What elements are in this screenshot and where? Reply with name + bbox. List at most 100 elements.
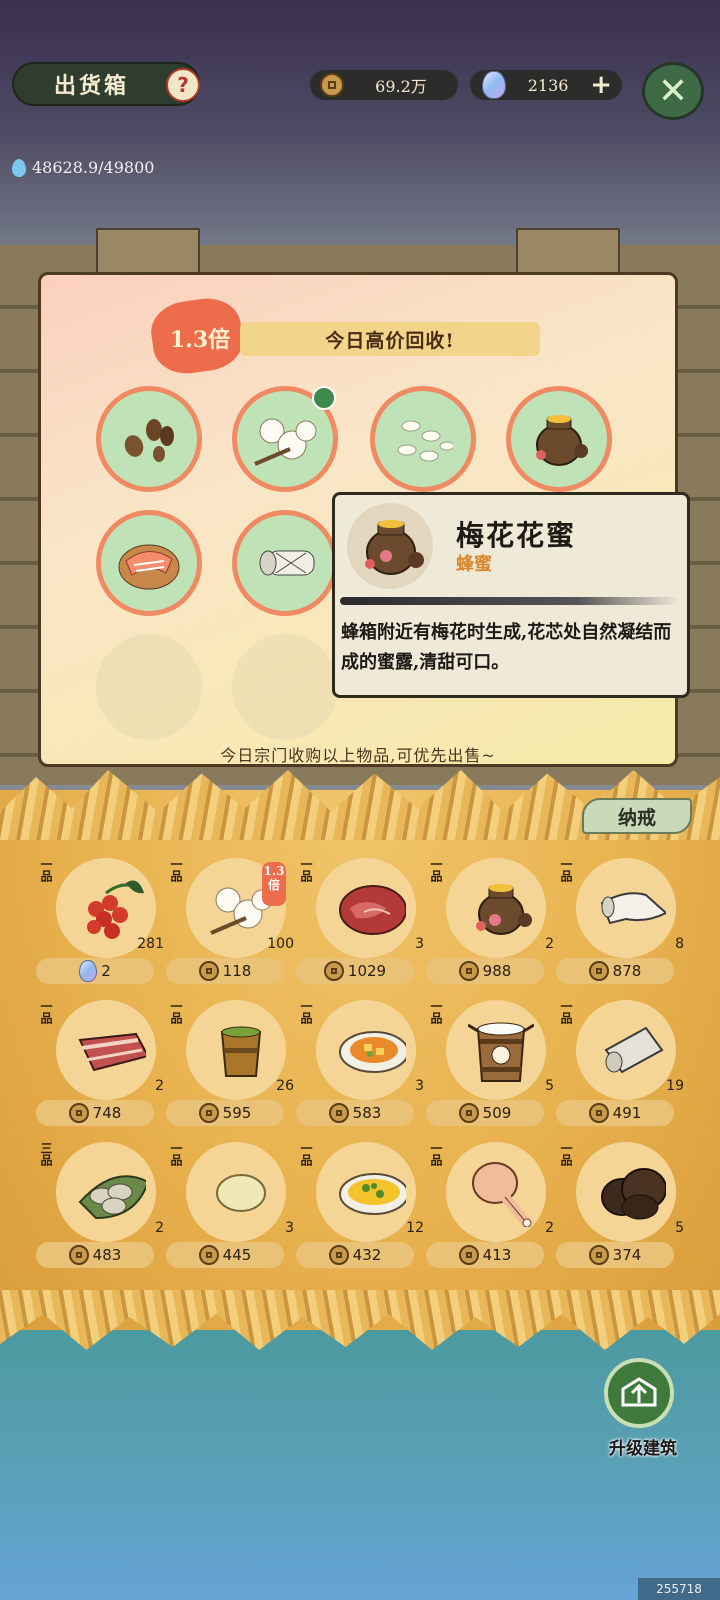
item-grade: 一品 — [299, 1142, 313, 1166]
price-value: 445 — [222, 1246, 252, 1264]
meat-icon — [336, 873, 406, 943]
inventory-slot[interactable]: 三品 2 483 — [36, 1142, 164, 1278]
upgrade-building-button[interactable] — [604, 1358, 674, 1428]
inventory-slot[interactable]: 一品 281 2 — [36, 858, 164, 994]
coin-icon — [588, 1245, 609, 1265]
price-value: 491 — [612, 1104, 642, 1122]
coin-icon — [588, 1103, 609, 1123]
item-price: 1029 — [296, 958, 414, 984]
price-value: 118 — [222, 962, 252, 980]
bacon-icon — [76, 1015, 146, 1085]
tab-najie[interactable]: 纳戒 — [582, 798, 692, 834]
upgrade-arrow-icon — [621, 1377, 657, 1407]
item-count: 5 — [545, 1078, 554, 1094]
tooltip-description: 蜂箱附近有梅花时生成,花芯处自然凝结而成的蜜露,清甜可口。 — [341, 622, 672, 673]
buyback-slot[interactable] — [96, 386, 202, 492]
item-count: 8 — [675, 936, 684, 952]
red-berries-icon — [76, 873, 146, 943]
chicken-leg-icon — [466, 1157, 536, 1227]
cotton-icon — [254, 418, 317, 466]
inventory-slot[interactable]: 一品 2 748 — [36, 1000, 164, 1136]
paper-roll-icon — [596, 1015, 666, 1085]
honey-jar-icon — [536, 415, 588, 466]
add-gems-button[interactable]: + — [590, 70, 612, 100]
item-price: 413 — [426, 1242, 544, 1268]
buyback-slot[interactable] — [506, 386, 612, 492]
item-price: 595 — [166, 1100, 284, 1126]
coin-icon — [198, 1103, 219, 1123]
item-count: 19 — [666, 1078, 684, 1094]
item-price: 583 — [296, 1100, 414, 1126]
coin-icon — [328, 1103, 349, 1123]
inventory-slot[interactable]: 一品 2 413 — [426, 1142, 554, 1278]
close-icon: ✕ — [657, 70, 689, 112]
buyback-slot[interactable] — [232, 510, 338, 616]
help-button[interactable]: ? — [166, 68, 200, 102]
item-count: 12 — [406, 1220, 424, 1236]
item-grade: 一品 — [559, 1000, 573, 1024]
price-value: 483 — [92, 1246, 122, 1264]
item-grade: 一品 — [559, 858, 573, 882]
tooltip-divider — [340, 597, 680, 605]
item-price: 878 — [556, 958, 674, 984]
tooltip-item-name: 梅花花蜜 — [456, 519, 577, 552]
inventory-slot[interactable]: 一品 12 432 — [296, 1142, 424, 1278]
honey-jar-icon — [466, 873, 536, 943]
inventory-slot[interactable]: 一品 26 595 — [166, 1000, 294, 1136]
multiplier-badge: 1.3倍 — [262, 862, 286, 906]
inventory-slot[interactable]: 一品 19 491 — [556, 1000, 684, 1136]
item-grade: 一品 — [299, 858, 313, 882]
water-counter: 48628.9/49800 — [12, 158, 154, 177]
inventory-slot[interactable]: 一品 8 878 — [556, 858, 684, 994]
seeds-icon — [124, 419, 174, 462]
gem-icon — [482, 71, 506, 99]
inventory-slot[interactable]: 一品 5 509 — [426, 1000, 554, 1136]
buyback-slot[interactable] — [370, 386, 476, 492]
inventory-slot[interactable]: 一品 1.3倍 100 118 — [166, 858, 294, 994]
inventory-slot[interactable]: 一品 3 583 — [296, 1000, 424, 1136]
price-value: 595 — [222, 1104, 252, 1122]
buyback-slot[interactable] — [96, 510, 202, 616]
coin-icon — [458, 1103, 479, 1123]
item-count: 2 — [155, 1078, 164, 1094]
item-grade: 一品 — [39, 858, 53, 882]
item-grade: 三品 — [39, 1142, 53, 1166]
item-count: 3 — [415, 936, 424, 952]
item-grade: 一品 — [429, 858, 443, 882]
item-price: 118 — [166, 958, 284, 984]
item-count: 5 — [675, 1220, 684, 1236]
item-grade: 一品 — [39, 1000, 53, 1024]
price-value: 748 — [92, 1104, 122, 1122]
coin-icon — [328, 1245, 349, 1265]
honey-jar-icon — [356, 510, 426, 584]
cloth-icon — [596, 873, 666, 943]
item-count: 281 — [137, 936, 164, 952]
item-price: 491 — [556, 1100, 674, 1126]
item-price: 509 — [426, 1100, 544, 1126]
inventory-slot[interactable]: 一品 5 374 — [556, 1142, 684, 1278]
price-value: 413 — [482, 1246, 512, 1264]
empty-slot — [232, 634, 338, 740]
item-price: 988 — [426, 958, 544, 984]
item-price: 445 — [166, 1242, 284, 1268]
coin-icon — [198, 961, 219, 981]
close-button[interactable]: ✕ — [642, 62, 704, 120]
item-price: 483 — [36, 1242, 154, 1268]
coin-icon — [323, 961, 344, 981]
inventory-slot[interactable]: 一品 3 1029 — [296, 858, 424, 994]
item-grade: 一品 — [169, 858, 183, 882]
item-count: 26 — [276, 1078, 294, 1094]
water-drop-icon — [12, 158, 26, 177]
inventory-slot[interactable]: 一品 3 445 — [166, 1142, 294, 1278]
dough-ball-icon — [206, 1157, 276, 1227]
inventory-slot[interactable]: 一品 2 988 — [426, 858, 554, 994]
price-value: 432 — [352, 1246, 382, 1264]
coin-icon — [68, 1245, 89, 1265]
dumplings-icon — [76, 1157, 146, 1227]
coin-icon — [458, 1245, 479, 1265]
coin-counter: 69.2万 — [310, 70, 458, 100]
water-value: 48628.9/49800 — [32, 158, 155, 177]
coin-value: 69.2万 — [375, 77, 427, 96]
truffle-icon — [596, 1157, 666, 1227]
salmon-icon — [118, 544, 180, 590]
